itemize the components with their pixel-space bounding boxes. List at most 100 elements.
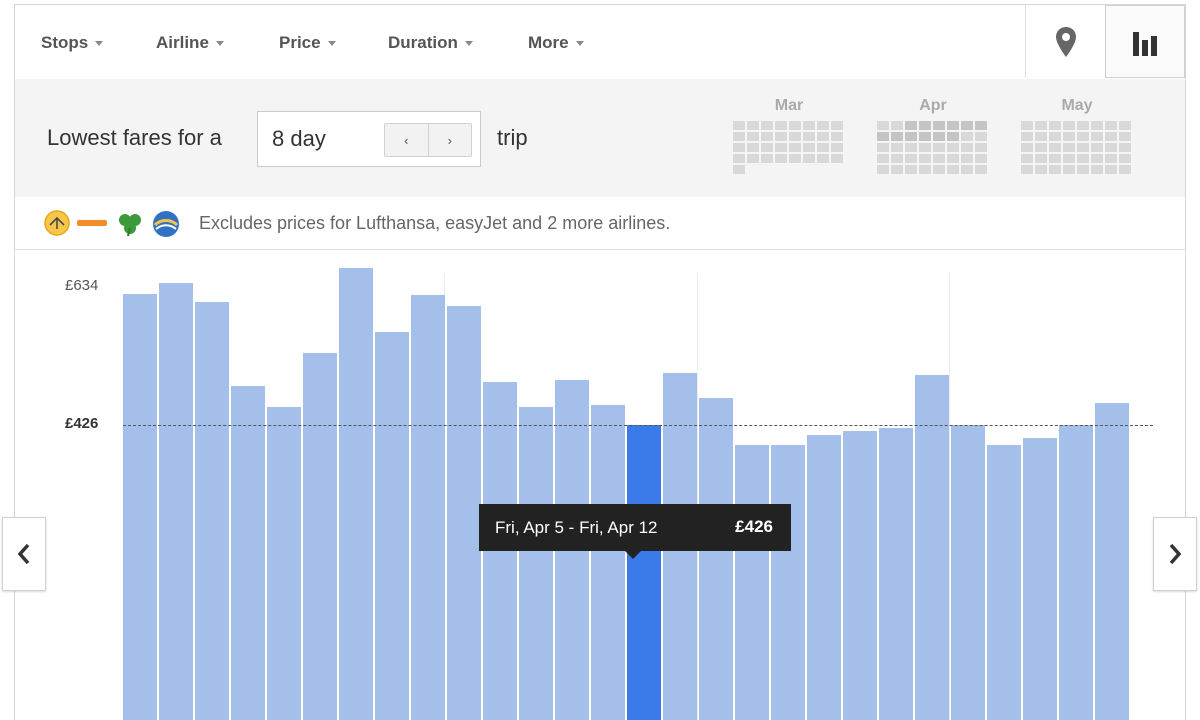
calendar-day-cell (1035, 121, 1047, 130)
calendar-day-cell (1049, 143, 1061, 152)
calendar-day-cell (1021, 143, 1033, 152)
fare-bar[interactable] (771, 444, 805, 720)
calendar-day-cell (761, 154, 773, 163)
calendar-day-cell (975, 165, 987, 174)
fare-bar-selected[interactable] (627, 424, 661, 720)
tooltip-dates: Fri, Apr 5 - Fri, Apr 12 (495, 518, 658, 537)
easyjet-logo-icon (77, 220, 107, 226)
calendar-day-cell (961, 121, 973, 130)
calendar-day-cell (747, 132, 759, 141)
calendar-day-cell (831, 121, 843, 130)
calendar-day-cell (961, 165, 973, 174)
reference-price-line (123, 424, 1153, 426)
trip-length-field[interactable]: 8 day ‹ › (257, 111, 481, 167)
calendar-day-cell (775, 132, 787, 141)
stops-filter[interactable]: Stops (41, 33, 104, 53)
fare-bar[interactable] (447, 306, 481, 720)
month-calendar-mar[interactable]: Mar (733, 97, 845, 174)
duration-filter[interactable]: Duration (388, 33, 473, 53)
calendar-day-cell (775, 143, 787, 152)
fare-bar[interactable] (987, 444, 1021, 720)
calendar-day-cell (933, 132, 945, 141)
calendar-day-cell (831, 143, 843, 152)
calendar-day-cell (891, 143, 903, 152)
calendar-day-cell (1091, 121, 1103, 130)
calendar-day-cell (1105, 132, 1117, 141)
calendar-day-cell (789, 154, 801, 163)
calendar-day-cell (733, 143, 745, 152)
fare-bar[interactable] (411, 295, 445, 720)
airline-filter[interactable]: Airline (156, 33, 224, 53)
fare-bar[interactable] (267, 406, 301, 720)
calendar-day-cell (961, 154, 973, 163)
fare-bar[interactable] (951, 424, 985, 720)
chevron-down-icon (215, 41, 224, 47)
fare-bar[interactable] (1023, 437, 1057, 720)
calendar-day-cell (947, 121, 959, 130)
calendar-day-cell (891, 165, 903, 174)
filter-toolbar: Stops Airline Price Duration More (15, 5, 1185, 80)
calendar-day-cell (877, 143, 889, 152)
calendar-day-cell (1091, 154, 1103, 163)
month-calendar-may[interactable]: May (1021, 97, 1133, 174)
fare-bar[interactable] (195, 301, 229, 720)
calendar-day-cell (1119, 165, 1131, 174)
fare-bar[interactable] (159, 283, 193, 720)
map-view-button[interactable] (1025, 5, 1105, 78)
trip-length-stepper[interactable]: ‹ › (384, 123, 472, 157)
fare-bar[interactable] (375, 331, 409, 720)
calendar-day-cell (831, 132, 843, 141)
calendar-day-cell (747, 143, 759, 152)
calendar-day-cell (789, 132, 801, 141)
next-dates-button[interactable] (1153, 517, 1197, 591)
month-label: May (1061, 97, 1093, 114)
fare-bar[interactable] (735, 444, 769, 720)
fare-bar[interactable] (519, 406, 553, 720)
month-calendar-apr[interactable]: Apr (877, 97, 989, 174)
calendar-day-cell (905, 121, 917, 130)
fare-bar[interactable] (1095, 403, 1129, 720)
fare-bar[interactable] (843, 431, 877, 720)
calendar-day-cell (803, 121, 815, 130)
grid-line (697, 273, 698, 720)
calendar-day-cell (747, 121, 759, 130)
fare-bar[interactable] (591, 405, 625, 720)
month-label: Apr (919, 97, 947, 114)
increase-days-button[interactable]: › (429, 124, 472, 156)
calendar-day-cell (761, 143, 773, 152)
calendar-day-cell (1091, 165, 1103, 174)
more-filter[interactable]: More (528, 33, 584, 53)
calendar-day-cell (891, 121, 903, 130)
calendar-day-cell (905, 143, 917, 152)
calendar-day-cell (1063, 154, 1075, 163)
previous-dates-button[interactable] (2, 517, 46, 591)
calendar-day-cell (1105, 154, 1117, 163)
calendar-day-cell (1077, 143, 1089, 152)
fare-bar[interactable] (879, 427, 913, 720)
calendar-day-cell (1105, 165, 1117, 174)
calendar-day-cell (1049, 132, 1061, 141)
calendar-day-cell (1021, 132, 1033, 141)
decrease-days-button[interactable]: ‹ (385, 124, 429, 156)
fare-bar[interactable] (915, 374, 949, 720)
calendar-day-cell (933, 154, 945, 163)
calendar-day-cell (761, 132, 773, 141)
fare-bar[interactable] (807, 434, 841, 720)
calendar-day-cell (877, 154, 889, 163)
lowest-fares-label: Lowest fares for a (47, 125, 222, 150)
fare-bar[interactable] (699, 397, 733, 720)
fare-bar[interactable] (123, 293, 157, 720)
calendar-day-cell (1077, 132, 1089, 141)
chart-view-button[interactable] (1105, 5, 1185, 78)
fare-bar[interactable] (339, 268, 373, 720)
fare-bar[interactable] (231, 386, 265, 720)
fare-bar[interactable] (1059, 424, 1093, 720)
calendar-day-cell (1091, 132, 1103, 141)
calendar-day-cell (961, 132, 973, 141)
calendar-day-cell (1063, 143, 1075, 152)
fare-bar[interactable] (303, 353, 337, 720)
calendar-day-cell (789, 143, 801, 152)
calendar-day-cell (947, 154, 959, 163)
calendar-day-cell (947, 132, 959, 141)
price-filter[interactable]: Price (279, 33, 336, 53)
